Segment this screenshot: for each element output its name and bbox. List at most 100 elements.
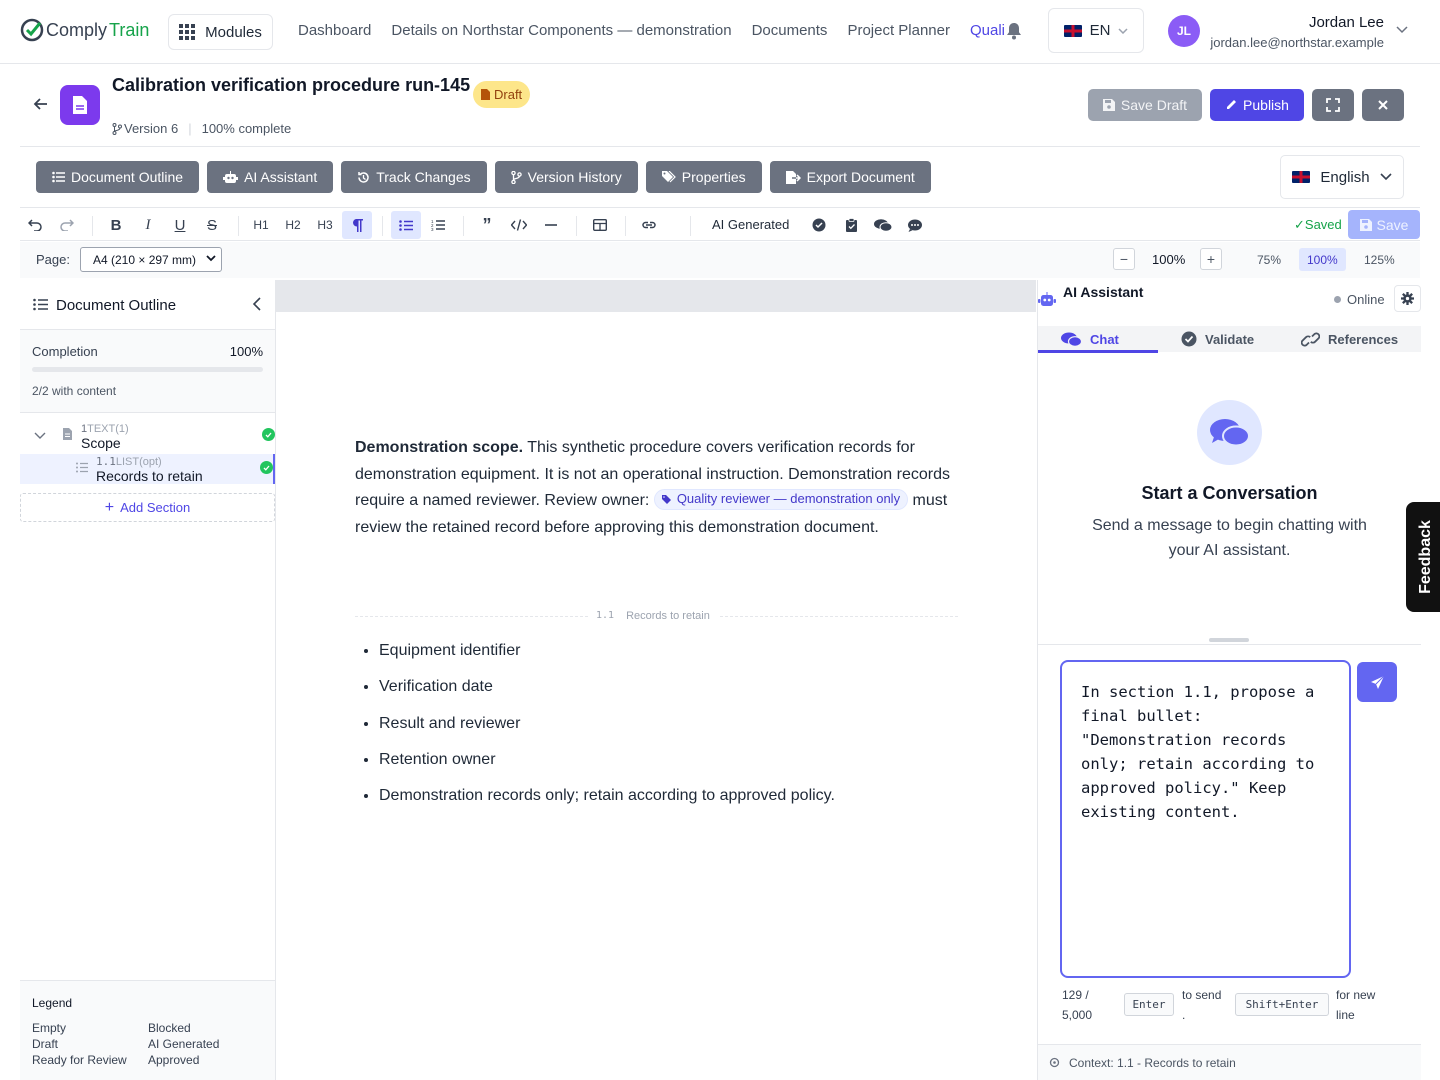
paragraph-icon[interactable] <box>342 211 372 239</box>
publish-button[interactable]: Publish <box>1210 89 1304 121</box>
scope-paragraph[interactable]: Demonstration scope. This synthetic proc… <box>355 435 955 541</box>
tab-properties[interactable]: Properties <box>645 161 762 193</box>
heading2-button[interactable]: H2 <box>278 211 308 239</box>
chat-input[interactable]: In section 1.1, propose a final bullet: … <box>1060 660 1351 978</box>
tab-ai-assistant[interactable]: AI Assistant <box>207 161 334 193</box>
zoom-option-75[interactable]: 75% <box>1249 248 1289 271</box>
document-canvas[interactable]: Demonstration scope. This synthetic proc… <box>276 280 1036 1080</box>
nav-link-project-planner[interactable]: Project Planner <box>847 22 950 39</box>
resize-handle[interactable] <box>1209 638 1249 642</box>
add-section-button[interactable]: + Add Section <box>20 493 275 522</box>
outline-item-scope[interactable]: 1TEXT(1) Scope <box>20 420 275 454</box>
fullscreen-button[interactable] <box>1312 89 1354 121</box>
nav-link-quality[interactable]: Quali <box>970 22 1005 39</box>
collapse-chevron-icon[interactable] <box>252 297 261 311</box>
legend-item: Empty <box>32 1021 67 1035</box>
empty-state-text: Send a message to begin chatting with yo… <box>1092 517 1367 559</box>
section-number: 1.1 <box>596 610 615 621</box>
status-label: Draft <box>494 87 523 102</box>
tab-document-outline[interactable]: Document Outline <box>36 161 200 193</box>
save-button[interactable]: Save <box>1348 210 1420 239</box>
check-circle-icon[interactable] <box>804 211 834 239</box>
tab-references[interactable]: References <box>1301 326 1398 352</box>
horizontal-rule-icon[interactable] <box>536 211 566 239</box>
back-arrow-icon[interactable] <box>33 96 49 112</box>
expand-icon <box>1326 98 1340 112</box>
tab-track-changes[interactable]: Track Changes <box>341 161 487 193</box>
app-logo[interactable]: Comply Train <box>20 18 149 42</box>
nav-link-dashboard[interactable]: Dashboard <box>298 22 371 39</box>
close-icon <box>1378 100 1388 110</box>
page-size-select[interactable]: A4 (210 × 297 mm) <box>80 247 222 272</box>
table-icon[interactable] <box>585 211 615 239</box>
send-button[interactable] <box>1357 662 1397 702</box>
status-badge: Draft <box>473 81 531 108</box>
records-list[interactable]: Equipment identifier Verification date R… <box>379 642 835 823</box>
zoom-out-button[interactable]: − <box>1113 248 1135 270</box>
list-item[interactable]: Retention owner <box>379 751 835 787</box>
quote-icon[interactable]: ” <box>472 211 502 239</box>
italic-icon[interactable]: I <box>133 211 163 239</box>
bold-icon[interactable]: B <box>101 211 131 239</box>
version-label: Version 6 <box>124 121 179 136</box>
assistant-settings-button[interactable] <box>1394 285 1421 312</box>
clipboard-check-icon[interactable] <box>836 211 866 239</box>
tab-export-document[interactable]: Export Document <box>769 161 931 193</box>
modules-button[interactable]: Modules <box>168 14 273 50</box>
underline-icon[interactable]: U <box>165 211 195 239</box>
outline-item-records-to-retain[interactable]: 1.1LIST(opt) Records to retain <box>20 454 275 484</box>
zoom-option-125[interactable]: 125% <box>1356 248 1403 271</box>
zoom-option-100[interactable]: 100% <box>1299 248 1346 271</box>
chevron-down-icon[interactable] <box>34 432 46 440</box>
status-dot <box>1334 296 1341 303</box>
chip-label: Quality reviewer — demonstration only <box>676 491 901 507</box>
bell-icon[interactable] <box>1006 22 1022 40</box>
comments-icon[interactable] <box>868 211 898 239</box>
undo-icon[interactable] <box>20 211 50 239</box>
close-button[interactable] <box>1362 89 1404 121</box>
nav-link-documents[interactable]: Documents <box>752 22 828 39</box>
tab-chat[interactable]: Chat <box>1061 326 1119 352</box>
list-item[interactable]: Result and reviewer <box>379 715 835 751</box>
list-item[interactable]: Verification date <box>379 678 835 714</box>
document-language-selector[interactable]: English <box>1280 155 1404 199</box>
ai-generated-label[interactable]: AI Generated <box>712 217 789 232</box>
completion-label: 100% complete <box>201 121 292 136</box>
user-menu-chevron-icon[interactable] <box>1396 26 1408 34</box>
chevron-down-icon <box>1118 27 1128 34</box>
check-circle-icon <box>1181 331 1197 347</box>
list-item[interactable]: Equipment identifier <box>379 642 835 678</box>
robot-icon <box>223 171 239 183</box>
add-section-label: Add Section <box>120 500 191 515</box>
strikethrough-icon[interactable]: S <box>197 211 227 239</box>
context-label: Context: 1.1 - Records to retain <box>1069 1056 1236 1070</box>
modules-label: Modules <box>205 23 262 41</box>
save-draft-button[interactable]: Save Draft <box>1088 89 1202 121</box>
redo-icon[interactable] <box>52 211 82 239</box>
bullet-list-icon[interactable] <box>391 211 421 239</box>
section-divider-label: 1.1 Records to retain <box>588 610 718 622</box>
comment-dots-icon[interactable] <box>900 211 930 239</box>
floppy-icon <box>1359 218 1372 231</box>
saved-status: ✓Saved <box>1294 217 1342 232</box>
tab-label: Export Document <box>806 169 915 185</box>
heading3-button[interactable]: H3 <box>310 211 340 239</box>
chevron-down-icon <box>1380 173 1392 181</box>
avatar[interactable]: JL <box>1168 15 1200 47</box>
feedback-button[interactable]: Feedback <box>1406 502 1440 612</box>
language-selector[interactable]: EN <box>1048 8 1144 53</box>
tab-label: AI Assistant <box>244 169 318 185</box>
nav-link-project-details[interactable]: Details on Northstar Components — demons… <box>391 22 731 39</box>
history-icon <box>358 171 369 183</box>
link-icon[interactable] <box>634 211 664 239</box>
list-icon <box>76 462 88 473</box>
tab-version-history[interactable]: Version History <box>494 161 638 193</box>
list-item[interactable]: Demonstration records only; retain accor… <box>379 787 835 823</box>
tab-validate[interactable]: Validate <box>1181 326 1254 352</box>
reviewer-chip[interactable]: Quality reviewer — demonstration only <box>653 489 909 510</box>
numbered-list-icon[interactable]: 123 <box>423 211 453 239</box>
comments-icon <box>1061 332 1082 347</box>
code-icon[interactable] <box>504 211 534 239</box>
zoom-in-button[interactable]: + <box>1200 248 1222 270</box>
heading1-button[interactable]: H1 <box>246 211 276 239</box>
